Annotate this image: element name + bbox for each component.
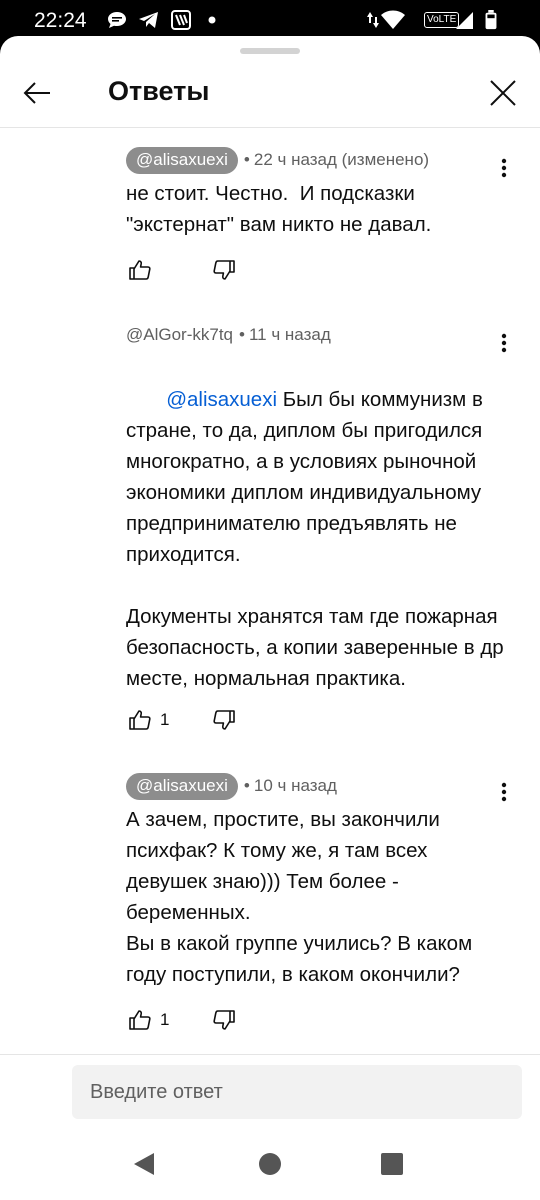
thumb-up-icon [129, 710, 151, 730]
chat-icon [108, 12, 126, 28]
like-count: 1 [160, 1010, 170, 1029]
meta-separator: • [239, 325, 245, 344]
comment: @AlGor-kk7tq • 11 ч назад @alisaxuexi Бы… [126, 321, 506, 725]
author-handle-chip[interactable]: @alisaxuexi [126, 146, 238, 174]
dot-icon [208, 16, 216, 24]
nav-home-button[interactable] [250, 1144, 290, 1184]
meta-separator: • [243, 776, 250, 795]
comment-actions: 1 [126, 705, 235, 735]
comment-time: 22 ч назад (изменено) [253, 150, 430, 169]
close-icon [490, 80, 516, 106]
back-triangle-icon [134, 1153, 154, 1175]
comment-menu-button[interactable] [488, 327, 520, 359]
nav-recents-button[interactable] [372, 1144, 412, 1184]
app-icon [171, 10, 191, 30]
telegram-icon [139, 12, 158, 28]
close-button[interactable] [480, 70, 526, 116]
author-handle-chip[interactable]: @alisaxuexi [126, 772, 238, 800]
thumb-up-icon [129, 260, 151, 280]
dislike-button[interactable] [210, 256, 238, 284]
comment-time: 10 ч назад [253, 776, 337, 795]
back-button[interactable] [14, 70, 60, 116]
dislike-button[interactable] [210, 706, 238, 734]
arrow-left-icon [23, 82, 50, 104]
dislike-button[interactable] [210, 1006, 238, 1034]
like-button[interactable] [126, 256, 154, 284]
volte-icon: VoLTE [424, 12, 460, 28]
header: Ответы [0, 58, 540, 128]
reply-input[interactable]: Введите ответ [72, 1065, 522, 1119]
comment: @alisaxuexi • 22 ч назад (изменено) не с… [126, 146, 506, 240]
recents-square-icon [381, 1153, 403, 1175]
author-handle[interactable]: @AlGor-kk7tq [126, 325, 233, 345]
comment-actions [126, 255, 235, 285]
mention-link[interactable]: @alisaxuexi [166, 388, 277, 411]
comment-text: А зачем, простите, вы закончили психфак?… [126, 808, 473, 986]
comment-body: Был бы коммунизм в стране, то да, диплом… [126, 388, 504, 690]
comment: @alisaxuexi • 10 ч назад А зачем, прости… [126, 772, 506, 990]
header-divider [0, 127, 540, 128]
thumb-up-icon [129, 1010, 151, 1030]
page-title: Ответы [108, 76, 210, 106]
replies-sheet: Ответы @alisaxuexi • 22 ч назад (изменен… [0, 36, 540, 1200]
signal-icon [456, 12, 473, 29]
status-bar: 22:24 VoLTE [0, 0, 540, 40]
comment-actions: 1 [126, 1005, 235, 1035]
thumb-down-icon [213, 260, 235, 280]
like-count: 1 [160, 710, 170, 729]
nav-back-button[interactable] [124, 1144, 164, 1184]
reply-divider [0, 1054, 540, 1055]
thumb-down-icon [213, 710, 235, 730]
wifi-icon [381, 10, 405, 29]
comment-menu-button[interactable] [488, 776, 520, 808]
comment-meta: @alisaxuexi • 10 ч назад [126, 772, 506, 800]
comment-time: 11 ч назад [248, 325, 331, 344]
reply-placeholder: Введите ответ [90, 1080, 223, 1103]
meta-separator: • [243, 150, 250, 169]
battery-icon [485, 10, 497, 30]
data-arrows-icon [367, 12, 379, 28]
status-time: 22:24 [34, 9, 87, 32]
home-circle-icon [259, 1153, 281, 1175]
drag-handle[interactable] [240, 48, 300, 54]
comment-menu-button[interactable] [488, 152, 520, 184]
comment-text: не стоит. Честно. И подсказки "экстернат… [126, 182, 432, 236]
more-vert-icon [501, 782, 507, 802]
comment-meta: @alisaxuexi • 22 ч назад (изменено) [126, 146, 506, 174]
system-nav-bar [0, 1120, 540, 1200]
thumb-down-icon [213, 1010, 235, 1030]
comment-meta: @AlGor-kk7tq • 11 ч назад [126, 321, 506, 349]
more-vert-icon [501, 158, 507, 178]
like-button[interactable] [126, 706, 154, 734]
like-button[interactable] [126, 1006, 154, 1034]
more-vert-icon [501, 333, 507, 353]
comment-text: @alisaxuexi Был бы коммунизм в стране, т… [126, 353, 506, 725]
